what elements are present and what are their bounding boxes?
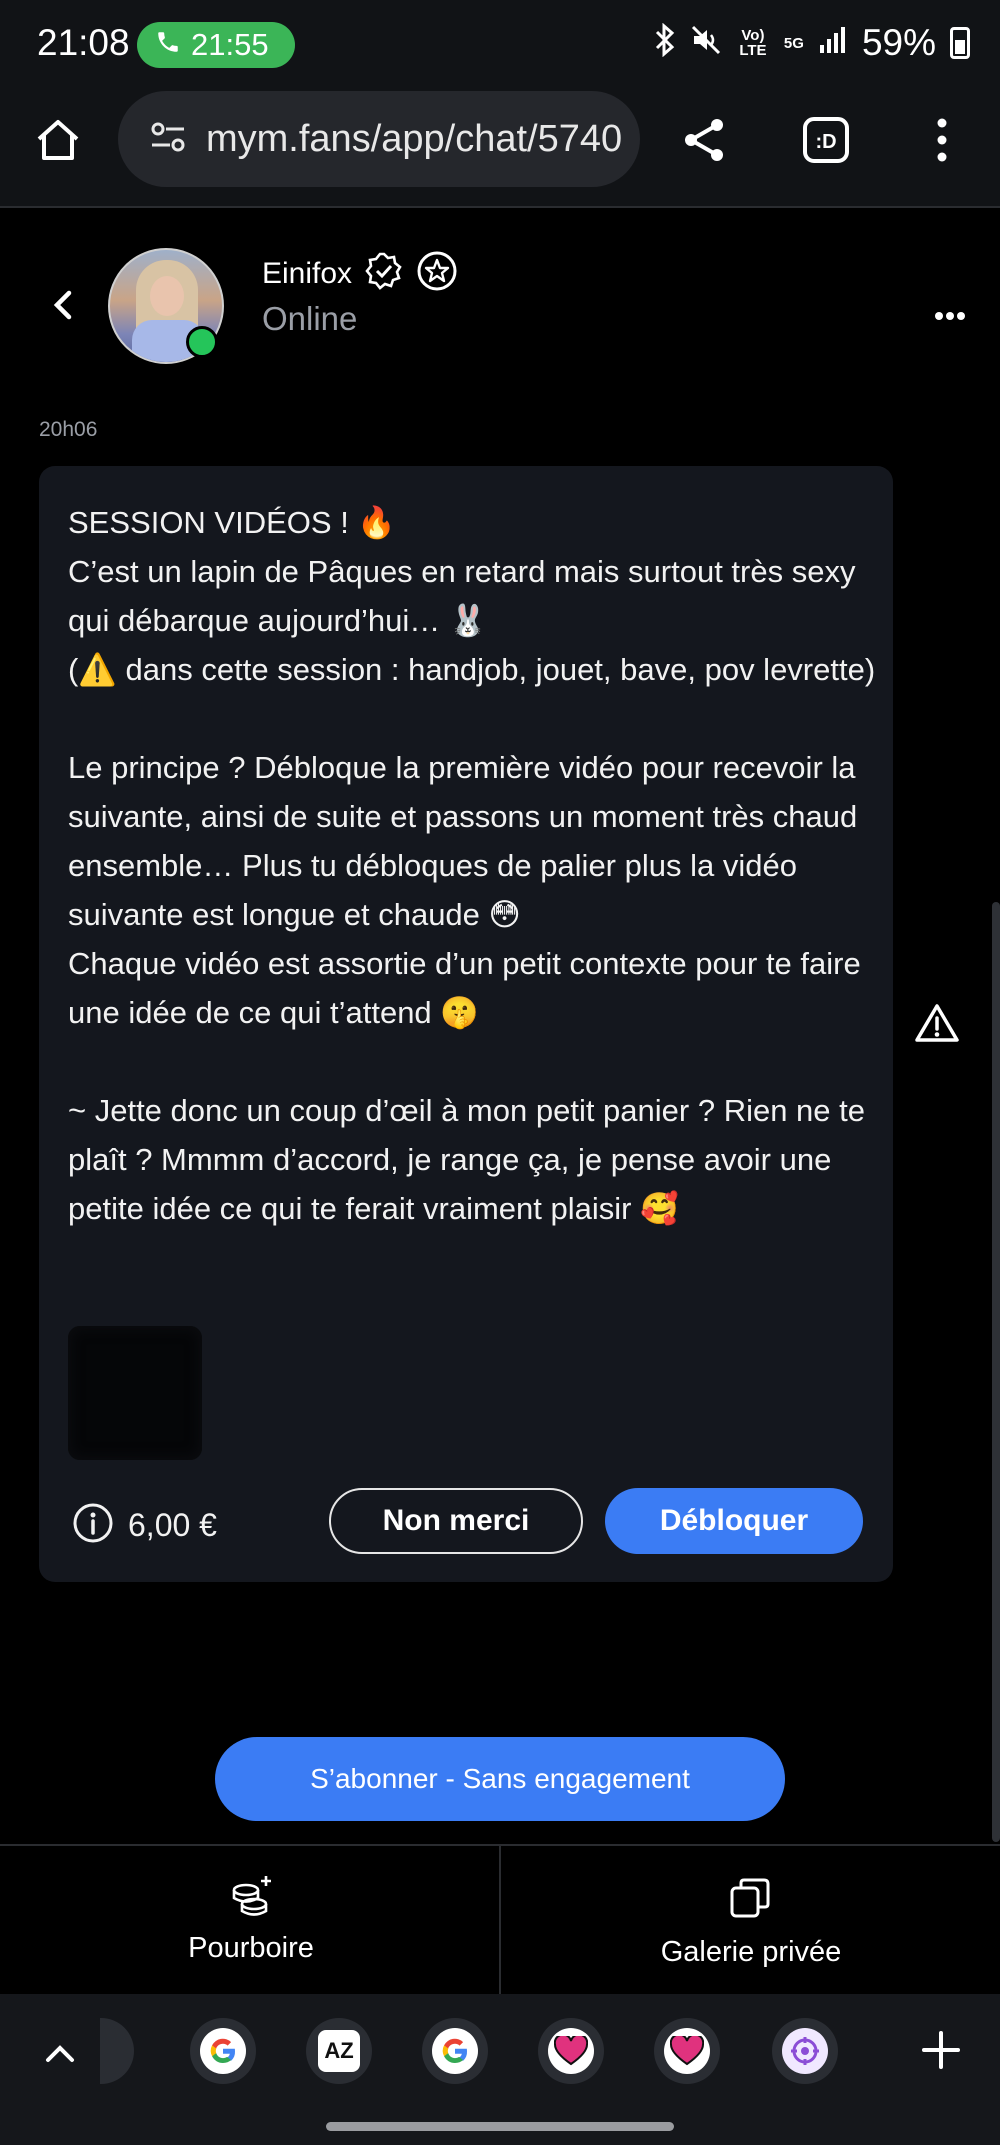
- app-icon-partial[interactable]: [100, 2018, 134, 2084]
- star-badge-icon: [416, 250, 458, 297]
- avatar[interactable]: [108, 248, 224, 364]
- chat-header: Einifox Online: [0, 210, 1000, 380]
- call-timer: 21:55: [191, 27, 269, 62]
- gallery-label: Galerie privée: [660, 1936, 842, 1968]
- info-icon[interactable]: [72, 1502, 114, 1549]
- settings-app-icon[interactable]: [772, 2018, 838, 2084]
- browser-toolbar: mym.fans/app/chat/5740 :D: [0, 90, 1000, 208]
- svg-text::D: :D: [815, 131, 836, 153]
- message-text: SESSION VIDÉOS ! 🔥 C’est un lapin de Pâq…: [68, 505, 876, 1226]
- share-icon[interactable]: [674, 110, 734, 170]
- message-bubble: SESSION VIDÉOS ! 🔥 C’est un lapin de Pâq…: [39, 466, 893, 1582]
- private-gallery-button[interactable]: Galerie privée: [502, 1846, 1000, 1996]
- verified-badge-icon: [364, 251, 404, 296]
- heart-app-icon[interactable]: [538, 2018, 604, 2084]
- ongoing-call-pill[interactable]: 21:55: [137, 22, 295, 68]
- back-arrow-icon[interactable]: [44, 285, 84, 325]
- locked-media-thumbnail[interactable]: [68, 1326, 202, 1460]
- heart-app-icon[interactable]: [654, 2018, 720, 2084]
- google-icon[interactable]: [422, 2018, 488, 2084]
- price-row: 6,00 €: [72, 1502, 217, 1549]
- battery-percent: 59%: [861, 22, 936, 63]
- message-timestamp: 20h06: [39, 418, 98, 441]
- more-options-icon[interactable]: [934, 296, 966, 330]
- mute-icon: [690, 24, 722, 63]
- chat-action-bar: Pourboire Galerie privée: [0, 1844, 1000, 1996]
- address-bar[interactable]: mym.fans/app/chat/5740: [118, 91, 640, 187]
- scrollbar[interactable]: [992, 902, 1000, 1842]
- creator-name: Einifox: [262, 256, 353, 290]
- tip-label: Pourboire: [188, 1932, 314, 1964]
- volte-indicator: Vo) LTE: [739, 27, 767, 59]
- status-time: 21:08: [37, 22, 130, 63]
- price: 6,00 €: [128, 1507, 217, 1543]
- plus-icon[interactable]: [920, 2024, 962, 2084]
- gallery-copy-icon: [728, 1876, 776, 1924]
- online-indicator: [186, 326, 218, 358]
- site-settings-icon[interactable]: [148, 117, 188, 162]
- google-icon[interactable]: [190, 2018, 256, 2084]
- unlock-button[interactable]: Débloquer: [605, 1488, 863, 1554]
- battery-icon: [950, 27, 970, 59]
- online-status: Online: [262, 300, 358, 337]
- action-divider: [499, 1846, 501, 1996]
- report-warning-icon[interactable]: [914, 1002, 960, 1044]
- az-icon[interactable]: AZ: [306, 2018, 372, 2084]
- home-indicator[interactable]: [326, 2122, 674, 2131]
- signal-icon: [818, 25, 848, 62]
- 5g-indicator: 5G: [783, 34, 804, 52]
- tabs-icon[interactable]: :D: [796, 110, 856, 170]
- decline-button[interactable]: Non merci: [329, 1488, 583, 1554]
- chevron-up-icon[interactable]: [40, 2034, 80, 2074]
- bluetooth-icon: [654, 22, 676, 64]
- subscribe-button[interactable]: S’abonner - Sans engagement: [215, 1737, 785, 1821]
- status-bar: 21:08 21:55 Vo) LTE 5G 59%: [0, 0, 1000, 90]
- android-navigation-bar: AZ: [0, 1994, 1000, 2145]
- status-icons: Vo) LTE 5G 59%: [654, 22, 970, 64]
- creator-name-row[interactable]: Einifox: [262, 250, 458, 297]
- tip-button[interactable]: Pourboire: [0, 1846, 498, 1996]
- browser-menu-icon[interactable]: [912, 110, 972, 170]
- home-icon[interactable]: [28, 110, 88, 170]
- url-text: mym.fans/app/chat/5740: [206, 117, 623, 160]
- coins-plus-icon: [228, 1872, 276, 1920]
- phone-icon: [155, 29, 181, 62]
